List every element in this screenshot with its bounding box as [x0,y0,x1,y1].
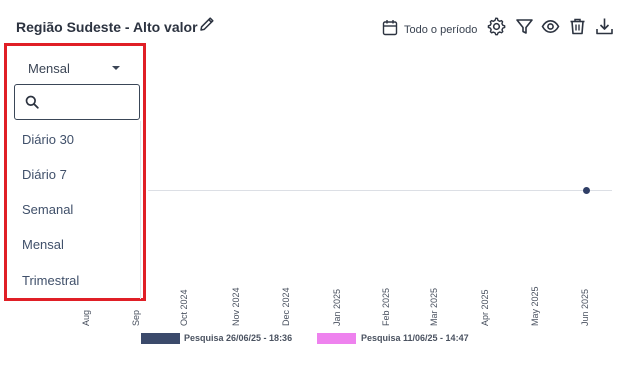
legend-label[interactable]: Pesquisa 26/06/25 - 18:36 [184,333,292,343]
trash-icon[interactable] [568,17,587,36]
calendar-icon[interactable] [382,19,398,36]
option-diario-7[interactable]: Diário 7 [22,167,67,182]
option-diario-30[interactable]: Diário 30 [22,132,74,147]
legend-swatch[interactable] [317,333,356,344]
x-tick-label: Apr 2025 [480,289,490,326]
download-icon[interactable] [595,17,614,36]
pencil-icon[interactable] [198,15,216,33]
x-tick-label: Jun 2025 [580,288,590,326]
caret-down-icon[interactable] [112,66,120,70]
option-mensal[interactable]: Mensal [22,237,64,252]
dropdown-search-field[interactable] [14,84,140,120]
x-tick-label: Dec 2024 [281,287,291,326]
search-icon [25,95,39,109]
chart-gridline [148,190,612,191]
legend-label[interactable]: Pesquisa 11/06/25 - 14:47 [361,333,469,343]
period-selector[interactable]: Todo o período [404,24,477,36]
x-tick-label: Sep [131,309,141,326]
page-title: Região Sudeste - Alto valor [16,19,198,35]
legend-swatch[interactable] [141,333,180,344]
x-tick-label: Aug [81,309,91,326]
granularity-selected[interactable]: Mensal [28,61,70,76]
dropdown-search-input[interactable] [45,92,131,112]
x-tick-label: Nov 2024 [231,287,241,326]
eye-icon[interactable] [541,17,560,36]
dropdown-scroll-edge [140,121,141,299]
x-tick-label: Feb 2025 [381,287,391,326]
x-tick-label: May 2025 [530,286,540,326]
chart-data-point[interactable] [583,187,590,194]
x-tick-label: Jan 2025 [332,288,342,326]
x-tick-label: Mar 2025 [429,287,439,326]
x-tick-label: Oct 2024 [179,289,189,326]
filter-icon[interactable] [515,17,534,36]
gear-icon[interactable] [487,17,506,36]
option-trimestral[interactable]: Trimestral [22,273,79,288]
option-semanal[interactable]: Semanal [22,202,73,217]
